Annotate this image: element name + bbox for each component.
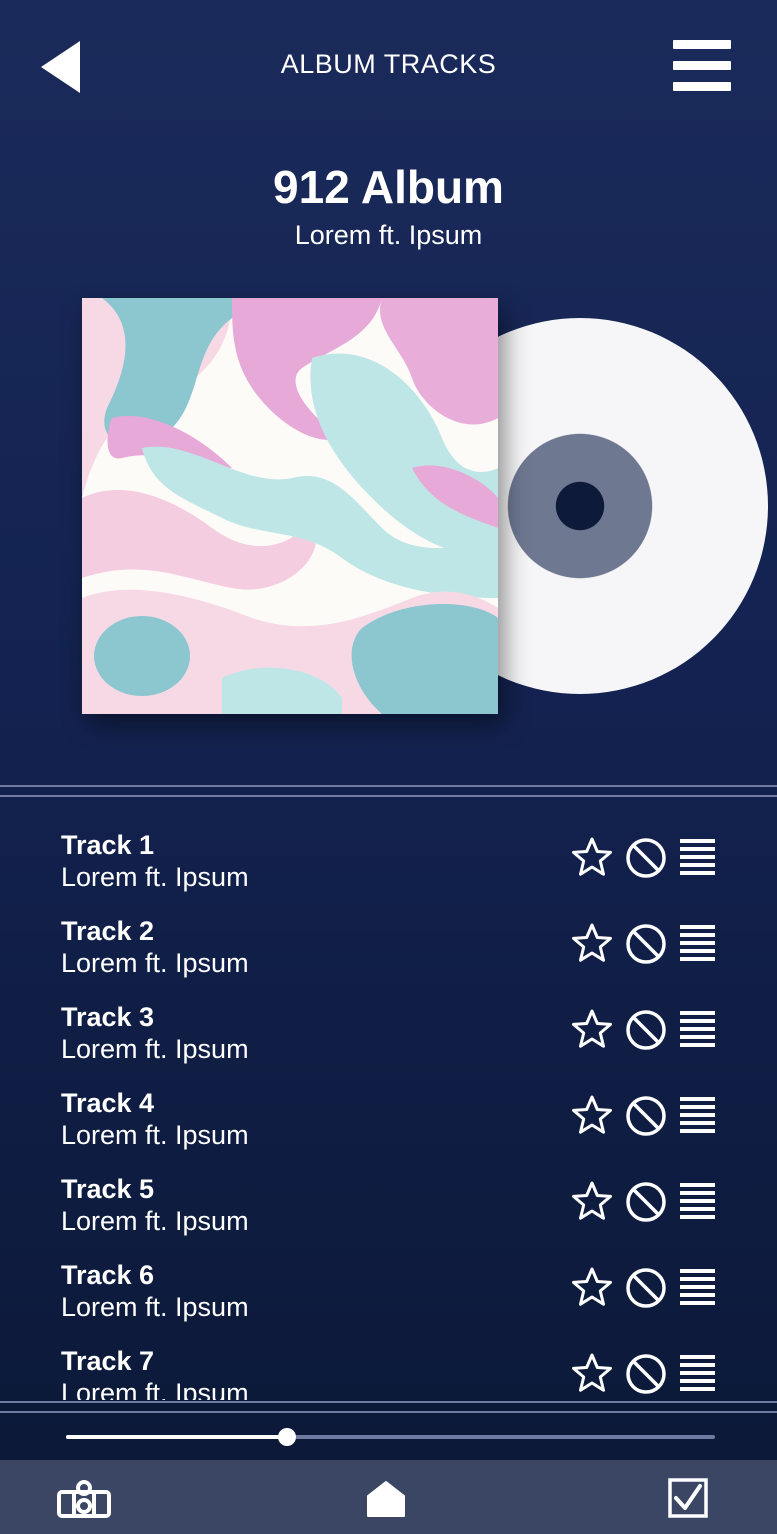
queue-icon[interactable] (678, 1352, 722, 1396)
queue-icon[interactable] (678, 1266, 722, 1310)
queue-icon[interactable] (678, 836, 722, 880)
block-icon[interactable] (624, 922, 668, 966)
track-title: Track 4 (61, 1088, 155, 1118)
star-icon[interactable] (570, 1094, 614, 1138)
block-icon[interactable] (624, 1180, 668, 1224)
track-row-1[interactable]: Track 1 Lorem ft. Ipsum (0, 812, 777, 898)
divider (0, 1411, 777, 1413)
nav-library-button[interactable] (56, 1478, 112, 1520)
star-icon[interactable] (570, 1352, 614, 1396)
star-icon[interactable] (570, 1266, 614, 1310)
queue-icon[interactable] (678, 1180, 722, 1224)
track-row-6[interactable]: Track 6 Lorem ft. Ipsum (0, 1242, 777, 1328)
track-artist: Lorem ft. Ipsum (61, 1378, 249, 1400)
hamburger-menu-icon-bar (673, 61, 731, 70)
track-artist: Lorem ft. Ipsum (61, 1206, 249, 1236)
track-artist: Lorem ft. Ipsum (61, 862, 249, 892)
block-icon[interactable] (624, 1352, 668, 1396)
track-artist: Lorem ft. Ipsum (61, 1292, 249, 1322)
track-row-3[interactable]: Track 3 Lorem ft. Ipsum (0, 984, 777, 1070)
nav-checklist-button[interactable] (662, 1478, 718, 1520)
progress-knob[interactable] (278, 1428, 296, 1446)
queue-icon[interactable] (678, 1094, 722, 1138)
divider (0, 785, 777, 787)
divider (0, 795, 777, 797)
block-icon[interactable] (624, 1008, 668, 1052)
track-artist: Lorem ft. Ipsum (61, 1120, 249, 1150)
hamburger-menu-icon-bar (673, 82, 731, 91)
star-icon[interactable] (570, 1180, 614, 1224)
queue-icon[interactable] (678, 1008, 722, 1052)
track-list[interactable]: Track 1 Lorem ft. Ipsum Track 2 Lorem ft… (0, 812, 777, 1400)
progress-fill (66, 1435, 287, 1439)
track-title: Track 6 (61, 1260, 155, 1290)
album-artwork (82, 298, 768, 718)
block-icon[interactable] (624, 1266, 668, 1310)
track-row-7[interactable]: Track 7 Lorem ft. Ipsum (0, 1328, 777, 1400)
track-row-4[interactable]: Track 4 Lorem ft. Ipsum (0, 1070, 777, 1156)
page-title: ALBUM TRACKS (280, 49, 497, 79)
library-icon (57, 1480, 111, 1518)
album-artist: Lorem ft. Ipsum (294, 220, 483, 250)
home-icon (367, 1481, 405, 1517)
menu-button[interactable] (673, 40, 731, 92)
track-title: Track 1 (61, 830, 155, 860)
block-icon[interactable] (624, 836, 668, 880)
block-icon[interactable] (624, 1094, 668, 1138)
album-title: 912 Album (273, 161, 504, 213)
track-title: Track 7 (61, 1346, 155, 1376)
star-icon[interactable] (570, 922, 614, 966)
divider (0, 1401, 777, 1403)
track-title: Track 3 (61, 1002, 155, 1032)
hamburger-menu-icon (673, 40, 731, 49)
checkbox-icon (668, 1478, 708, 1518)
track-row-2[interactable]: Track 2 Lorem ft. Ipsum (0, 898, 777, 984)
track-artist: Lorem ft. Ipsum (61, 1034, 249, 1064)
playback-progress-slider[interactable] (66, 1428, 715, 1446)
nav-home-button[interactable] (360, 1478, 416, 1520)
star-icon[interactable] (570, 1008, 614, 1052)
track-title: Track 5 (61, 1174, 155, 1204)
star-icon[interactable] (570, 836, 614, 880)
bottom-nav-bar (0, 1460, 777, 1534)
top-bar: ALBUM TRACKS (0, 0, 777, 130)
track-artist: Lorem ft. Ipsum (61, 948, 249, 978)
track-title: Track 2 (61, 916, 155, 946)
track-row-5[interactable]: Track 5 Lorem ft. Ipsum (0, 1156, 777, 1242)
queue-icon[interactable] (678, 922, 722, 966)
album-cover-image (82, 298, 498, 714)
